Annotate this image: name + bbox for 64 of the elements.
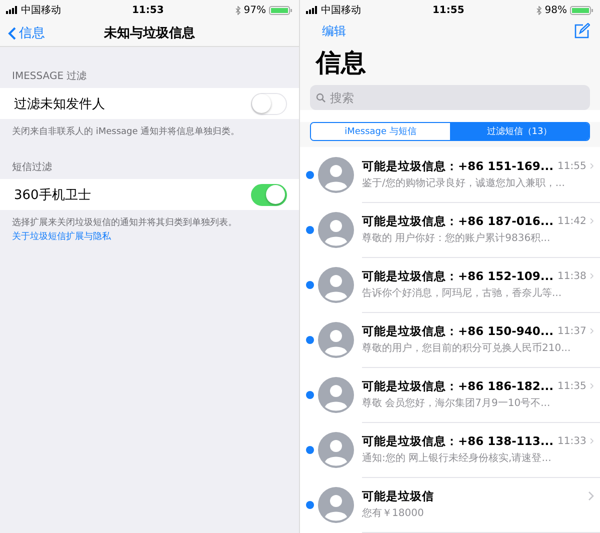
message-sender: 可能是垃圾信息：+86 187-016... <box>362 214 554 228</box>
segment-tab[interactable]: iMessage 与短信 <box>311 123 450 140</box>
message-time: 11:33 <box>558 436 586 446</box>
avatar-icon <box>318 432 354 468</box>
back-button[interactable]: 信息 <box>8 24 45 42</box>
screen-title: 信息 <box>314 47 367 79</box>
avatar-icon <box>318 322 354 358</box>
message-preview: 通知:您的 网上银行未经身份核实,请速登... <box>362 452 552 464</box>
message-sender: 可能是垃圾信息：+86 151-169... <box>362 158 554 174</box>
battery-percent: 98% <box>544 4 567 16</box>
message-time: 11:55 <box>558 160 586 172</box>
message-sender: 可能是垃圾信息：+86 152-109... <box>362 268 554 284</box>
chevron-icon <box>590 381 594 391</box>
section-footer: 选择扩展来关闭垃圾短信的通知并将其归类到单独列表。 <box>0 210 299 229</box>
message-preview: 尊敬 会员您好，海尔集团7月9一10号不... <box>362 396 552 410</box>
avatar-icon <box>318 266 354 302</box>
carrier-name: 中国移动 <box>21 4 61 17</box>
chevron-icon <box>590 271 594 281</box>
signal-icon <box>306 6 318 14</box>
message-preview: 鉴于/您的购物记录良好，诚邀您加入兼职，... <box>362 176 566 190</box>
status-time: 11:53 <box>132 4 164 16</box>
chevron-icon <box>588 491 594 501</box>
compose-icon[interactable] <box>574 23 590 39</box>
message-sender: 可能是垃圾信息：+86 138-113... <box>362 434 554 448</box>
chevron-icon <box>590 436 594 446</box>
message-preview: 尊敬的 用户你好：您的账户累计9836积... <box>362 232 552 244</box>
message-preview: 告诉你个好消息，阿玛尼，古驰，香奈儿等... <box>362 286 563 300</box>
segment-tab[interactable]: 过滤短信（13） <box>450 123 589 140</box>
section-header: IMESSAGE 过滤 <box>11 70 88 84</box>
back-chevron-icon <box>8 26 16 40</box>
privacy-link[interactable]: 关于垃圾短信扩展与隐私 <box>12 232 111 242</box>
avatar-icon <box>318 212 354 248</box>
page-title: 未知与垃圾信息 <box>104 25 195 42</box>
message-sender: 可能是垃圾信息：+86 186-182... <box>362 378 554 394</box>
message-sender: 可能是垃圾信息：+86 150-940... <box>362 324 554 338</box>
toggle-switch[interactable] <box>251 184 287 206</box>
search-field[interactable]: 搜索 <box>310 85 590 110</box>
chevron-icon <box>590 216 594 226</box>
message-preview: 您有￥18000 <box>362 506 425 520</box>
message-sender: 可能是垃圾信 <box>362 488 435 504</box>
avatar-icon <box>318 486 354 522</box>
search-icon <box>316 92 326 102</box>
row-label: 过滤未知发件人 <box>14 96 105 112</box>
battery-icon <box>268 6 293 14</box>
avatar-icon <box>318 376 354 412</box>
row-label: 360手机卫士 <box>14 186 91 204</box>
carrier-name: 中国移动 <box>321 4 361 17</box>
message-time: 11:35 <box>558 380 586 392</box>
status-time: 11:55 <box>432 4 464 16</box>
chevron-icon <box>590 326 594 336</box>
battery-percent: 97% <box>244 4 266 16</box>
signal-icon <box>6 6 18 14</box>
bluetooth-icon <box>536 6 542 14</box>
edit-button[interactable]: 编辑 <box>322 22 346 40</box>
avatar-icon <box>318 156 354 192</box>
section-footer: 关闭来自非联系人的 iMessage 通知并将信息单独归类。 <box>0 119 299 138</box>
message-time: 11:42 <box>558 216 586 226</box>
message-preview: 尊敬的用户，您目前的积分可兑换人民币210... <box>362 342 572 354</box>
chevron-icon <box>590 161 594 171</box>
bluetooth-icon <box>234 6 241 14</box>
message-time: 11:38 <box>558 270 586 282</box>
message-time: 11:37 <box>558 326 586 336</box>
section-header: 短信过滤 <box>11 160 53 175</box>
battery-icon <box>570 6 594 14</box>
